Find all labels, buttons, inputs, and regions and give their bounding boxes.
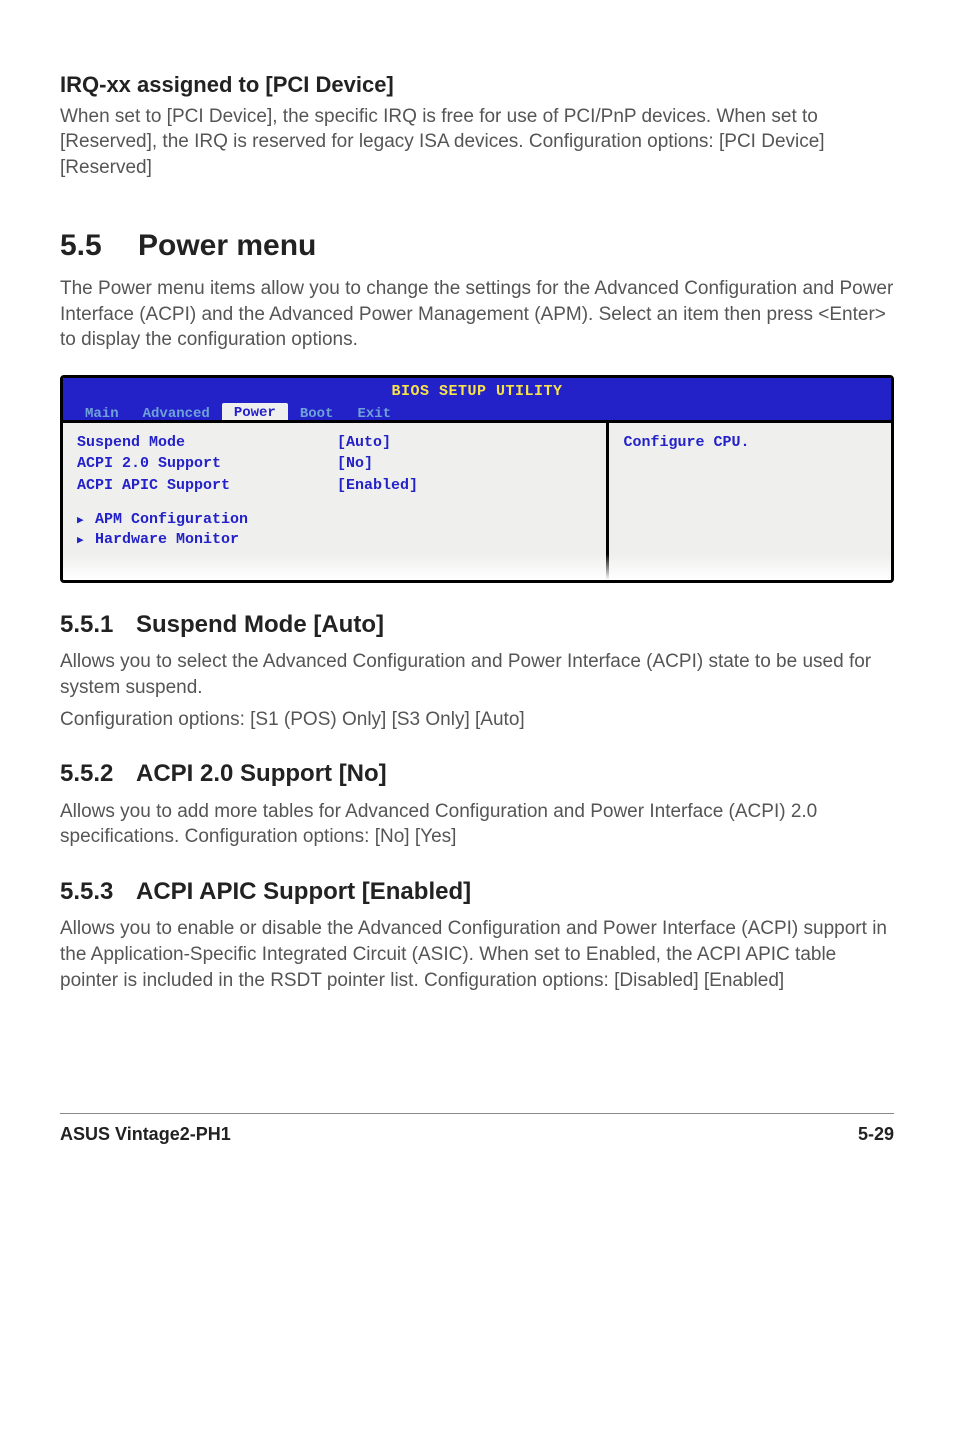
bios-body: Suspend Mode [Auto] ACPI 2.0 Support [No…	[63, 420, 891, 580]
sub1-num: 5.5.1	[60, 609, 136, 641]
bios-submenu-hw: Hardware Monitor	[95, 531, 239, 548]
bios-row: ACPI APIC Support [Enabled]	[77, 476, 592, 496]
page-footer: ASUS Vintage2-PH1 5-29	[60, 1113, 894, 1146]
footer-left: ASUS Vintage2-PH1	[60, 1122, 231, 1146]
sub2-title: ACPI 2.0 Support [No]	[136, 760, 387, 787]
bios-title: BIOS SETUP UTILITY	[73, 382, 881, 402]
bios-left-pane: Suspend Mode [Auto] ACPI 2.0 Support [No…	[63, 420, 609, 580]
sub3-num: 5.5.3	[60, 876, 136, 908]
bios-value-acpi20: [No]	[337, 454, 592, 474]
bios-submenu-block: ▶APM Configuration ▶Hardware Monitor	[77, 510, 592, 551]
irq-body: When set to [PCI Device], the specific I…	[60, 104, 894, 181]
section-title: Power menu	[138, 229, 316, 262]
section-intro: The Power menu items allow you to change…	[60, 276, 894, 353]
bios-submenu-item: ▶Hardware Monitor	[77, 530, 592, 550]
sub3-body: Allows you to enable or disable the Adva…	[60, 916, 894, 993]
bios-label-acpiapic: ACPI APIC Support	[77, 476, 337, 496]
section-number: 5.5	[60, 226, 138, 267]
sub1-body2: Configuration options: [S1 (POS) Only] […	[60, 707, 894, 733]
sub1-body1: Allows you to select the Advanced Config…	[60, 649, 894, 700]
heading-irq: IRQ-xx assigned to [PCI Device]	[60, 70, 894, 100]
bios-screenshot: BIOS SETUP UTILITY Main Advanced Power B…	[60, 375, 894, 583]
sub1-title: Suspend Mode [Auto]	[136, 611, 384, 638]
bios-label-acpi20: ACPI 2.0 Support	[77, 454, 337, 474]
bios-value-acpiapic: [Enabled]	[337, 476, 592, 496]
bios-submenu-item: ▶APM Configuration	[77, 510, 592, 530]
sub3-title: ACPI APIC Support [Enabled]	[136, 878, 471, 905]
bios-row: ACPI 2.0 Support [No]	[77, 454, 592, 474]
sub2-heading: 5.5.2ACPI 2.0 Support [No]	[60, 758, 894, 790]
footer-right: 5-29	[858, 1122, 894, 1146]
submenu-arrow-icon: ▶	[77, 514, 95, 529]
submenu-arrow-icon: ▶	[77, 534, 95, 549]
section-heading: 5.5Power menu	[60, 226, 894, 267]
sub1-heading: 5.5.1Suspend Mode [Auto]	[60, 609, 894, 641]
sub2-num: 5.5.2	[60, 758, 136, 790]
bios-label-suspend: Suspend Mode	[77, 433, 337, 453]
bios-right-pane: Configure CPU.	[609, 420, 891, 580]
sub3-heading: 5.5.3ACPI APIC Support [Enabled]	[60, 876, 894, 908]
bios-header: BIOS SETUP UTILITY Main Advanced Power B…	[63, 378, 891, 420]
bios-row: Suspend Mode [Auto]	[77, 433, 592, 453]
bios-value-suspend: [Auto]	[337, 433, 592, 453]
bios-submenu-apm: APM Configuration	[95, 511, 248, 528]
sub2-body: Allows you to add more tables for Advanc…	[60, 799, 894, 850]
bios-help-text: Configure CPU.	[623, 433, 877, 453]
